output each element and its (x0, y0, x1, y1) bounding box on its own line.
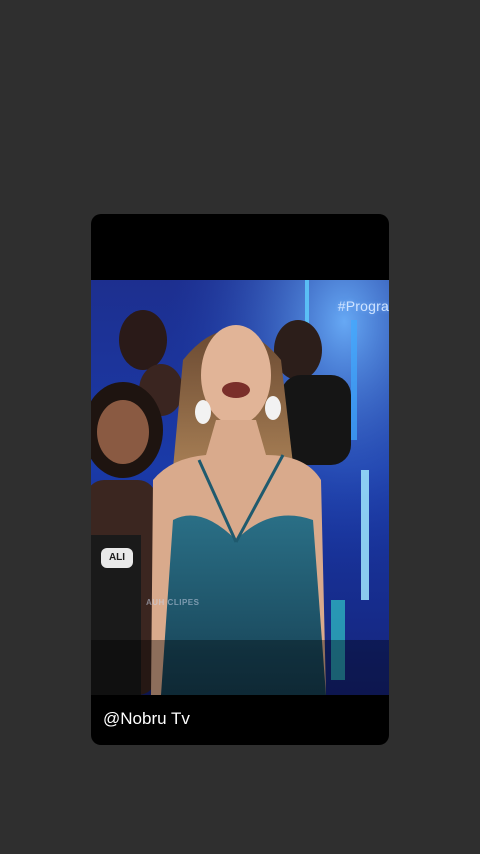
video-card[interactable]: #Progra ALI AUH CLIPES @Nobru Tv (91, 214, 389, 745)
video-fade (91, 640, 389, 695)
presenter-face (201, 325, 271, 425)
audience-person (119, 310, 167, 370)
light-strip (361, 470, 369, 600)
audience-name-tag: ALI (101, 548, 133, 568)
earring (265, 396, 281, 420)
audience-face (97, 400, 149, 464)
story-viewer: #Progra ALI AUH CLIPES @Nobru Tv (0, 0, 480, 854)
video-frame[interactable]: #Progra ALI AUH CLIPES (91, 280, 389, 695)
video-scene (91, 280, 389, 695)
video-watermark: AUH CLIPES (146, 598, 200, 607)
show-hashtag: #Progra (337, 298, 389, 314)
channel-caption[interactable]: @Nobru Tv (103, 709, 190, 729)
earring (195, 400, 211, 424)
light-strip (351, 320, 357, 440)
presenter-mouth (222, 382, 250, 398)
